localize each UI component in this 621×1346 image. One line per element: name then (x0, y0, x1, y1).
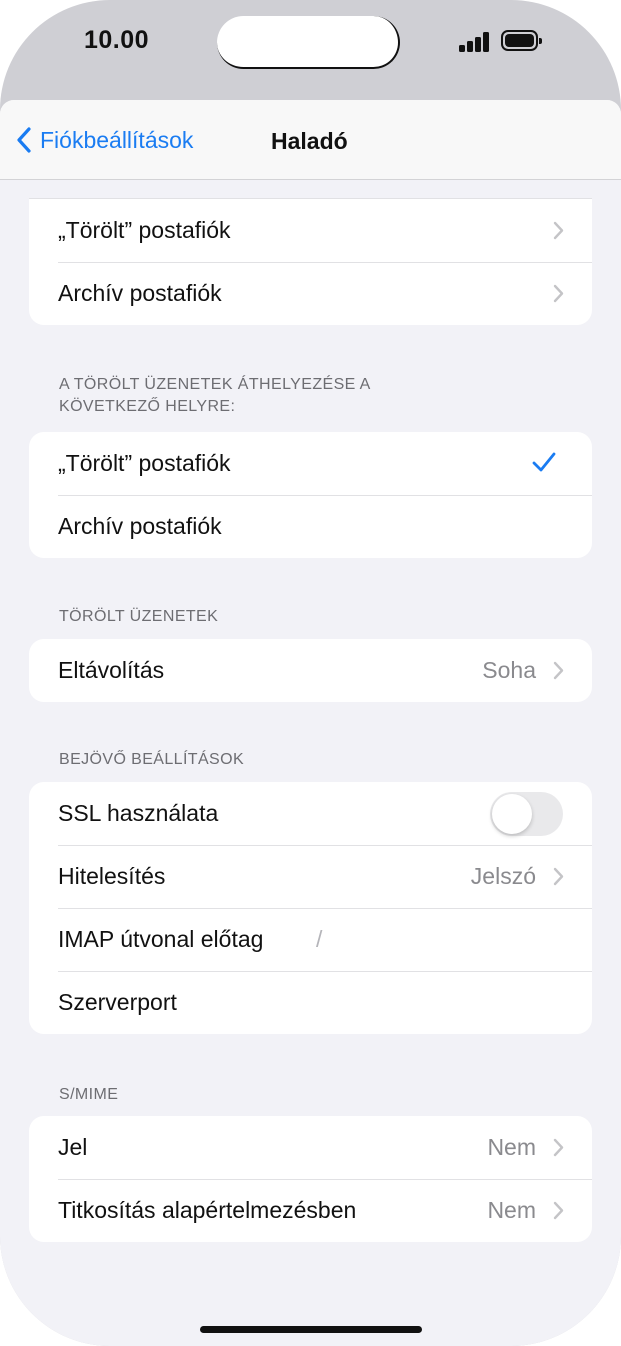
row-label: IMAP útvonal előtag (58, 926, 264, 952)
row-label: SSL használata (58, 800, 219, 826)
imap-prefix-input[interactable]: / (316, 926, 322, 953)
row-label: Titkosítás alapértelmezésben (58, 1197, 357, 1223)
dynamic-island (217, 16, 400, 69)
row-value: Nem (487, 1134, 536, 1160)
section-header-smime: S/MIME (59, 1086, 119, 1103)
row-label: Eltávolítás (58, 657, 165, 683)
row-value: Soha (482, 657, 536, 683)
section-header-incoming: BEJÖVŐ BEÁLLÍTÁSOK (59, 751, 245, 768)
row-label: Archív postafiók (58, 513, 222, 539)
list-item-encrypt-by-default[interactable]: Titkosítás alapértelmezésben Nem (29, 1179, 592, 1242)
chevron-right-icon (553, 221, 564, 240)
navigation-bar: Fiókbeállítások Haladó (0, 100, 621, 180)
page-title: Haladó (271, 128, 348, 154)
chevron-right-icon (553, 661, 564, 680)
section-header-line: KÖVETKEZŐ HELYRE: (59, 398, 236, 415)
toggle-knob (492, 794, 532, 834)
list-item-use-ssl: SSL használata (29, 782, 592, 845)
list-item-server-port[interactable]: Szerverport (29, 971, 592, 1034)
list-item-imap-path-prefix[interactable]: IMAP útvonal előtag / (29, 908, 592, 971)
row-value: Nem (487, 1197, 536, 1223)
battery-icon (501, 30, 542, 51)
cellular-signal-icon (459, 32, 491, 52)
option-deleted-mailbox[interactable]: „Törölt” postafiók (29, 432, 592, 495)
list-item-authentication[interactable]: Hitelesítés Jelszó (29, 845, 592, 908)
phone-frame: 10.00 Fiókbeállítások Haladó „Törölt” po… (0, 0, 621, 1346)
section-header-deleted-messages: TÖRÖLT ÜZENETEK (59, 608, 219, 625)
chevron-right-icon (553, 1138, 564, 1157)
section-header-move-deleted: A TÖRÖLT ÜZENETEK ÁTHELYEZÉSE A KÖVETKEZ… (59, 374, 371, 418)
smime-group: Jel Nem Titkosítás alapértelmezésben Nem (29, 1116, 592, 1242)
checkmark-icon (532, 452, 556, 472)
list-item-sign[interactable]: Jel Nem (29, 1116, 592, 1179)
status-bar: 10.00 (0, 0, 621, 100)
row-label: „Törölt” postafiók (58, 450, 231, 476)
status-time: 10.00 (84, 26, 150, 54)
chevron-right-icon (553, 1201, 564, 1220)
chevron-left-icon (17, 127, 31, 153)
move-deleted-group: „Törölt” postafiók Archív postafiók (29, 432, 592, 558)
row-label: Jel (58, 1134, 88, 1160)
incoming-settings-group: SSL használata Hitelesítés Jelszó IMAP ú… (29, 782, 592, 1034)
list-item-deleted-mailbox[interactable]: „Törölt” postafiók (29, 199, 592, 262)
ssl-toggle[interactable] (490, 792, 563, 836)
back-button-label: Fiókbeállítások (40, 126, 194, 153)
section-header-line: A TÖRÖLT ÜZENETEK ÁTHELYEZÉSE A (59, 376, 371, 393)
row-label: Szerverport (58, 989, 177, 1015)
list-item-archive-mailbox[interactable]: Archív postafiók (29, 262, 592, 325)
chevron-right-icon (553, 284, 564, 303)
option-archive-mailbox[interactable]: Archív postafiók (29, 495, 592, 558)
back-button[interactable]: Fiókbeállítások (16, 124, 193, 156)
chevron-right-icon (553, 867, 564, 886)
row-label: „Törölt” postafiók (58, 217, 231, 243)
row-label: Hitelesítés (58, 863, 166, 889)
mailbox-list-group: „Törölt” postafiók Archív postafiók (29, 199, 592, 325)
row-label: Archív postafiók (58, 280, 222, 306)
deleted-messages-group: Eltávolítás Soha (29, 639, 592, 702)
list-item-remove[interactable]: Eltávolítás Soha (29, 639, 592, 702)
home-indicator[interactable] (200, 1326, 422, 1333)
row-value: Jelszó (470, 863, 536, 889)
